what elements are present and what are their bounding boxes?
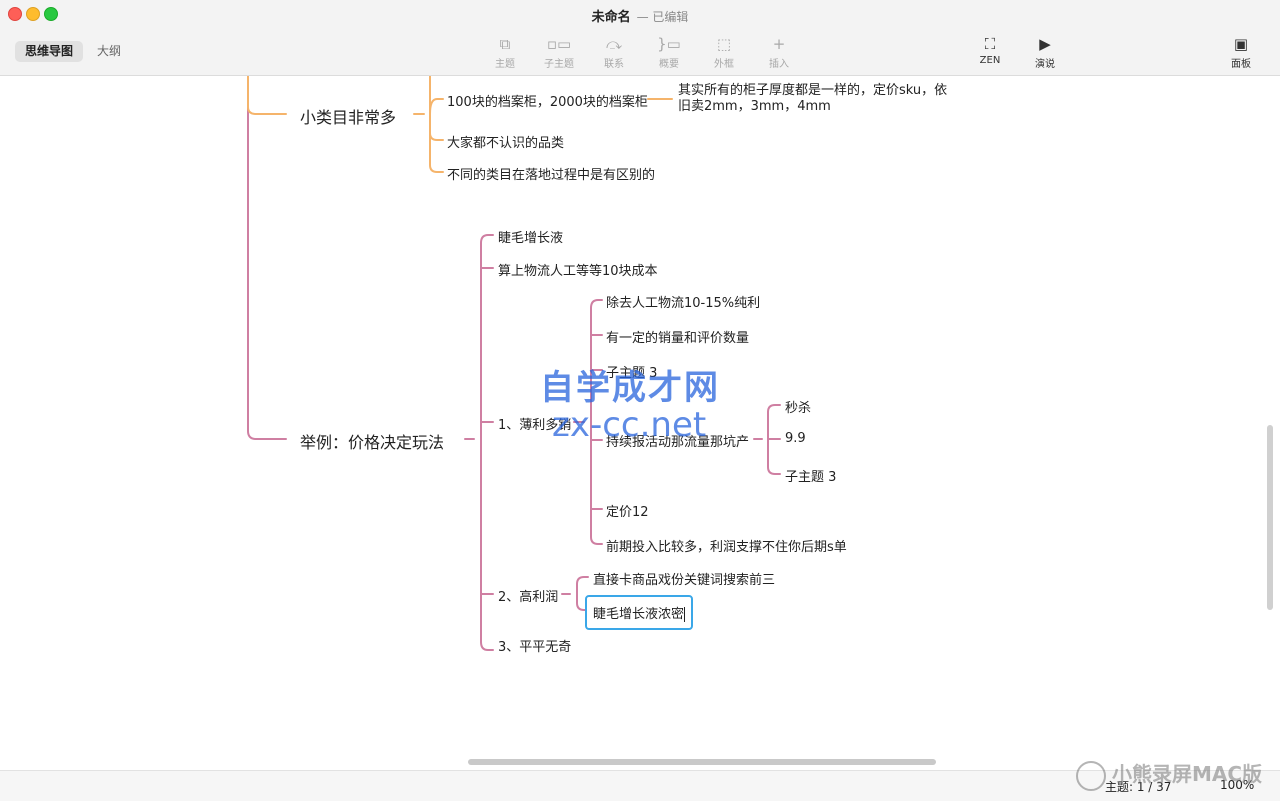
document-name: 未命名 — [591, 10, 631, 25]
tab-mindmap[interactable]: 思维导图 — [15, 41, 84, 62]
present-button[interactable]: ▶ 演说 — [1020, 34, 1070, 70]
relationship-icon: ⤼ — [605, 35, 623, 53]
insert-button-label: 插入 — [769, 59, 789, 70]
relationship-button[interactable]: ⤼ 联系 — [589, 34, 639, 70]
title-bar: 未命名 — 已编辑 思维导图 大纲 ⧉ 主题 ▫▭ 子主题 ⤼ 联系 }▭ 概要 … — [0, 0, 1280, 76]
topic-keyword-rank[interactable]: 直接卡商品戏份关键词搜索前三 — [593, 569, 775, 588]
topic-editing-input[interactable]: 睫毛增长液浓密 — [585, 595, 694, 630]
summary-button[interactable]: }▭ 概要 — [644, 34, 694, 70]
tab-outline[interactable]: 大纲 — [87, 41, 131, 62]
trunk-connector — [247, 76, 287, 440]
topic-9-9[interactable]: 9.9 — [785, 431, 806, 446]
branch1-connector — [247, 76, 287, 115]
window-title: 未命名 — 已编辑 — [0, 6, 1280, 25]
plus-icon: + — [772, 35, 786, 53]
text-caret — [684, 607, 686, 622]
topic-cabinet-note[interactable]: 其实所有的柜子厚度都是一样的，定价sku，依旧卖2mm，3mm，4mm — [678, 83, 953, 115]
insert-button[interactable]: + 插入 — [754, 34, 804, 70]
topic-unknown-category[interactable]: 大家都不认识的品类 — [447, 132, 564, 151]
boundary-button[interactable]: ⬚ 外框 — [699, 34, 749, 70]
subtopic-button[interactable]: ▫▭ 子主题 — [534, 34, 584, 70]
topic-category-difference[interactable]: 不同的类目在落地过程中是有区别的 — [447, 164, 655, 183]
subtopic-icon: ▫▭ — [546, 35, 572, 53]
thin-margin-connector — [573, 299, 603, 545]
topic-early-investment[interactable]: 前期投入比较多，利润支撑不住你后期s单 — [606, 536, 847, 555]
topic-subtopic-3b[interactable]: 子主题 3 — [785, 466, 836, 485]
topic-net-profit[interactable]: 除去人工物流10-15%纯利 — [606, 292, 760, 311]
sidebar-icon: ▣ — [1233, 35, 1249, 53]
horizontal-scrollbar[interactable] — [468, 759, 936, 765]
topic-flash-sale[interactable]: 秒杀 — [785, 397, 811, 416]
present-button-label: 演说 — [1035, 59, 1055, 70]
topic-activity[interactable]: 持续报活动那流量那坑产 — [606, 431, 749, 450]
vertical-scrollbar[interactable] — [1267, 425, 1273, 610]
summary-icon: }▭ — [657, 35, 681, 53]
topic-button[interactable]: ⧉ 主题 — [480, 34, 530, 70]
summary-button-label: 概要 — [659, 59, 679, 70]
topic-sales-reviews[interactable]: 有一定的销量和评价数量 — [606, 327, 749, 346]
recorder-watermark-text: 小熊录屏MAC版 — [1112, 762, 1263, 786]
boundary-icon: ⬚ — [716, 35, 732, 53]
topic-branch1[interactable]: 小类目非常多 — [300, 104, 396, 128]
branch2-children-connector — [464, 234, 494, 651]
topic-eyelash-serum[interactable]: 睫毛增长液 — [498, 227, 563, 246]
fullscreen-icon: ⛶ — [984, 35, 996, 53]
document-status: — 已编辑 — [636, 10, 689, 24]
zen-button-label: ZEN — [979, 55, 1001, 66]
panel-button[interactable]: ▣ 面板 — [1216, 34, 1266, 70]
topic-thin-margin[interactable]: 1、薄利多销 — [498, 414, 571, 433]
boundary-button-label: 外框 — [714, 59, 734, 70]
mindmap-canvas[interactable]: 小类目非常多 100块的档案柜，2000块的档案柜 其实所有的柜子厚度都是一样的… — [0, 76, 1280, 756]
subtopic-button-label: 子主题 — [544, 59, 574, 70]
relationship-button-label: 联系 — [604, 59, 624, 70]
zen-button[interactable]: ⛶ ZEN — [965, 34, 1015, 66]
editing-text: 睫毛增长液浓密 — [593, 607, 685, 622]
topic-branch2[interactable]: 举例：价格决定玩法 — [300, 429, 444, 453]
topic-cost[interactable]: 算上物流人工等等10块成本 — [498, 260, 658, 279]
topic-icon: ⧉ — [499, 35, 511, 53]
topic-button-label: 主题 — [495, 59, 515, 70]
recorder-watermark: 小熊录屏MAC版 — [1076, 758, 1262, 791]
branch1-children-connector — [413, 76, 444, 173]
topic-cabinet-price[interactable]: 100块的档案柜，2000块的档案柜 — [447, 91, 648, 110]
topic-high-profit[interactable]: 2、高利润 — [498, 586, 558, 605]
topic-ordinary[interactable]: 3、平平无奇 — [498, 636, 571, 655]
topic-subtopic-3a[interactable]: 子主题 3 — [606, 362, 657, 381]
activity-connector — [753, 404, 781, 475]
panel-button-label: 面板 — [1231, 59, 1251, 70]
play-icon: ▶ — [1039, 35, 1051, 53]
camera-icon — [1076, 760, 1106, 791]
topic-price-12[interactable]: 定价12 — [606, 501, 649, 520]
